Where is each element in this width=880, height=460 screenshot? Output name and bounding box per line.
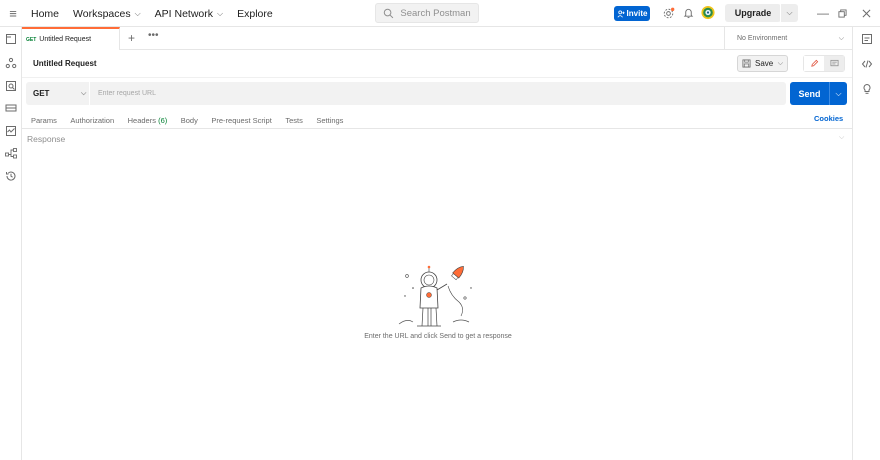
collections-icon[interactable] [5, 33, 17, 45]
request-tabs-bar: GET Untitled Request + ••• No Environmen… [22, 27, 852, 50]
monitors-icon[interactable] [5, 125, 17, 137]
nav-workspaces-label: Workspaces [73, 7, 131, 20]
documentation-icon[interactable] [861, 33, 873, 45]
upgrade-dropdown-button[interactable]: ⌵ [780, 4, 798, 22]
new-tab-button[interactable]: + [128, 31, 135, 45]
upgrade-button[interactable]: Upgrade [725, 4, 781, 22]
url-input[interactable] [98, 86, 768, 101]
invite-label: Invite [626, 9, 648, 18]
nav-workspaces[interactable]: Workspaces ⌵ [73, 8, 141, 20]
close-button[interactable] [857, 4, 875, 22]
nav-home-label: Home [31, 7, 60, 20]
top-bar: ≡ Home Workspaces ⌵ API Network ⌵ Explore … [0, 0, 880, 27]
top-nav: Home Workspaces ⌵ API Network ⌵ Explore [31, 0, 287, 27]
left-sidebar [0, 27, 22, 460]
code-icon[interactable] [861, 58, 873, 70]
tab-label: Tests [285, 115, 303, 125]
nav-api-network-label: API Network [154, 7, 214, 20]
astronaut-illustration-icon [398, 265, 472, 327]
upgrade-label: Upgrade [734, 8, 772, 18]
tab-params[interactable]: Params [31, 116, 57, 125]
chevron-down-icon: ⌵ [81, 89, 87, 97]
nav-explore[interactable]: Explore [237, 8, 273, 20]
request-tab[interactable]: GET Untitled Request [22, 27, 120, 50]
restore-button[interactable] [833, 4, 851, 22]
nav-api-network[interactable]: API Network ⌵ [155, 8, 223, 20]
view-toggle [803, 55, 845, 72]
chevron-down-icon: ⌵ [786, 8, 793, 17]
method-label: GET [33, 89, 50, 98]
request-subtabs: Params Authorization Headers (6) Body Pr… [31, 114, 357, 126]
tab-headers[interactable]: Headers (6) [128, 116, 168, 125]
plus-icon: + [128, 31, 136, 45]
notification-bell-icon[interactable] [681, 6, 695, 20]
settings-icon[interactable] [661, 6, 675, 20]
tab-title: Untitled Request [39, 36, 92, 43]
save-icon [742, 59, 751, 68]
right-sidebar [852, 27, 880, 460]
divider [22, 128, 852, 129]
pencil-icon [810, 59, 818, 67]
environment-label: No Environment [737, 35, 788, 42]
environment-selector[interactable]: No Environment ⌵ [724, 27, 852, 50]
mock-servers-icon[interactable] [5, 102, 17, 114]
more-icon: ••• [148, 30, 159, 41]
divider [22, 77, 852, 78]
save-label: Save [755, 59, 774, 68]
tab-pre-request-script[interactable]: Pre-request Script [211, 116, 271, 125]
nav-home[interactable]: Home [31, 8, 59, 20]
chevron-down-icon: ⌵ [835, 88, 842, 98]
minimize-icon: — [817, 6, 829, 20]
history-icon[interactable] [5, 170, 17, 182]
flows-icon[interactable] [5, 147, 17, 159]
chevron-down-icon: ⌵ [838, 34, 844, 42]
search-bar[interactable]: Search Postman [375, 3, 479, 23]
tab-tests[interactable]: Tests [285, 116, 303, 125]
more-tabs-button[interactable]: ••• [148, 30, 159, 41]
search-icon [384, 8, 394, 18]
chevron-down-icon[interactable]: ⌵ [839, 134, 844, 142]
tab-body[interactable]: Body [181, 116, 198, 125]
restore-icon [837, 8, 847, 18]
search-placeholder: Search Postman [400, 7, 471, 19]
send-button[interactable]: Send [790, 82, 829, 105]
headers-count: (6) [158, 115, 168, 125]
add-user-icon [617, 10, 625, 17]
send-label: Send [798, 88, 821, 99]
tab-label: Body [180, 115, 198, 125]
comment-icon [829, 59, 839, 67]
send-options-button[interactable]: ⌵ [829, 82, 847, 105]
tab-label: Pre-request Script [211, 115, 272, 125]
close-icon [862, 9, 870, 17]
edit-button[interactable] [804, 56, 824, 71]
empty-response-message: Enter the URL and click Send to get a re… [364, 333, 512, 340]
method-selector[interactable]: GET ⌵ [26, 82, 90, 105]
tab-authorization[interactable]: Authorization [70, 116, 114, 125]
tab-label: Authorization [70, 115, 115, 125]
minimize-button[interactable]: — [814, 4, 832, 22]
comments-button[interactable] [824, 56, 844, 71]
response-label: Response [27, 134, 66, 144]
save-button[interactable]: Save ⌵ [737, 55, 788, 72]
avatar[interactable] [701, 5, 715, 19]
menu-icon[interactable]: ≡ [6, 6, 20, 21]
chevron-down-icon: ⌵ [777, 59, 783, 67]
chevron-down-icon: ⌵ [134, 8, 141, 18]
tab-label: Settings [316, 115, 344, 125]
info-icon[interactable] [861, 83, 873, 95]
tab-method-badge: GET [26, 36, 37, 43]
tab-settings[interactable]: Settings [316, 116, 343, 125]
environments-icon[interactable] [5, 80, 17, 92]
url-bar: GET ⌵ [26, 82, 786, 105]
nav-explore-label: Explore [237, 7, 273, 20]
tab-label: Headers [127, 115, 156, 125]
cookies-link[interactable]: Cookies [814, 114, 843, 123]
chevron-down-icon: ⌵ [217, 8, 224, 18]
apis-icon[interactable] [5, 57, 17, 69]
tab-label: Params [31, 115, 57, 125]
invite-button[interactable]: Invite [614, 6, 650, 21]
request-title[interactable]: Untitled Request [33, 59, 97, 68]
